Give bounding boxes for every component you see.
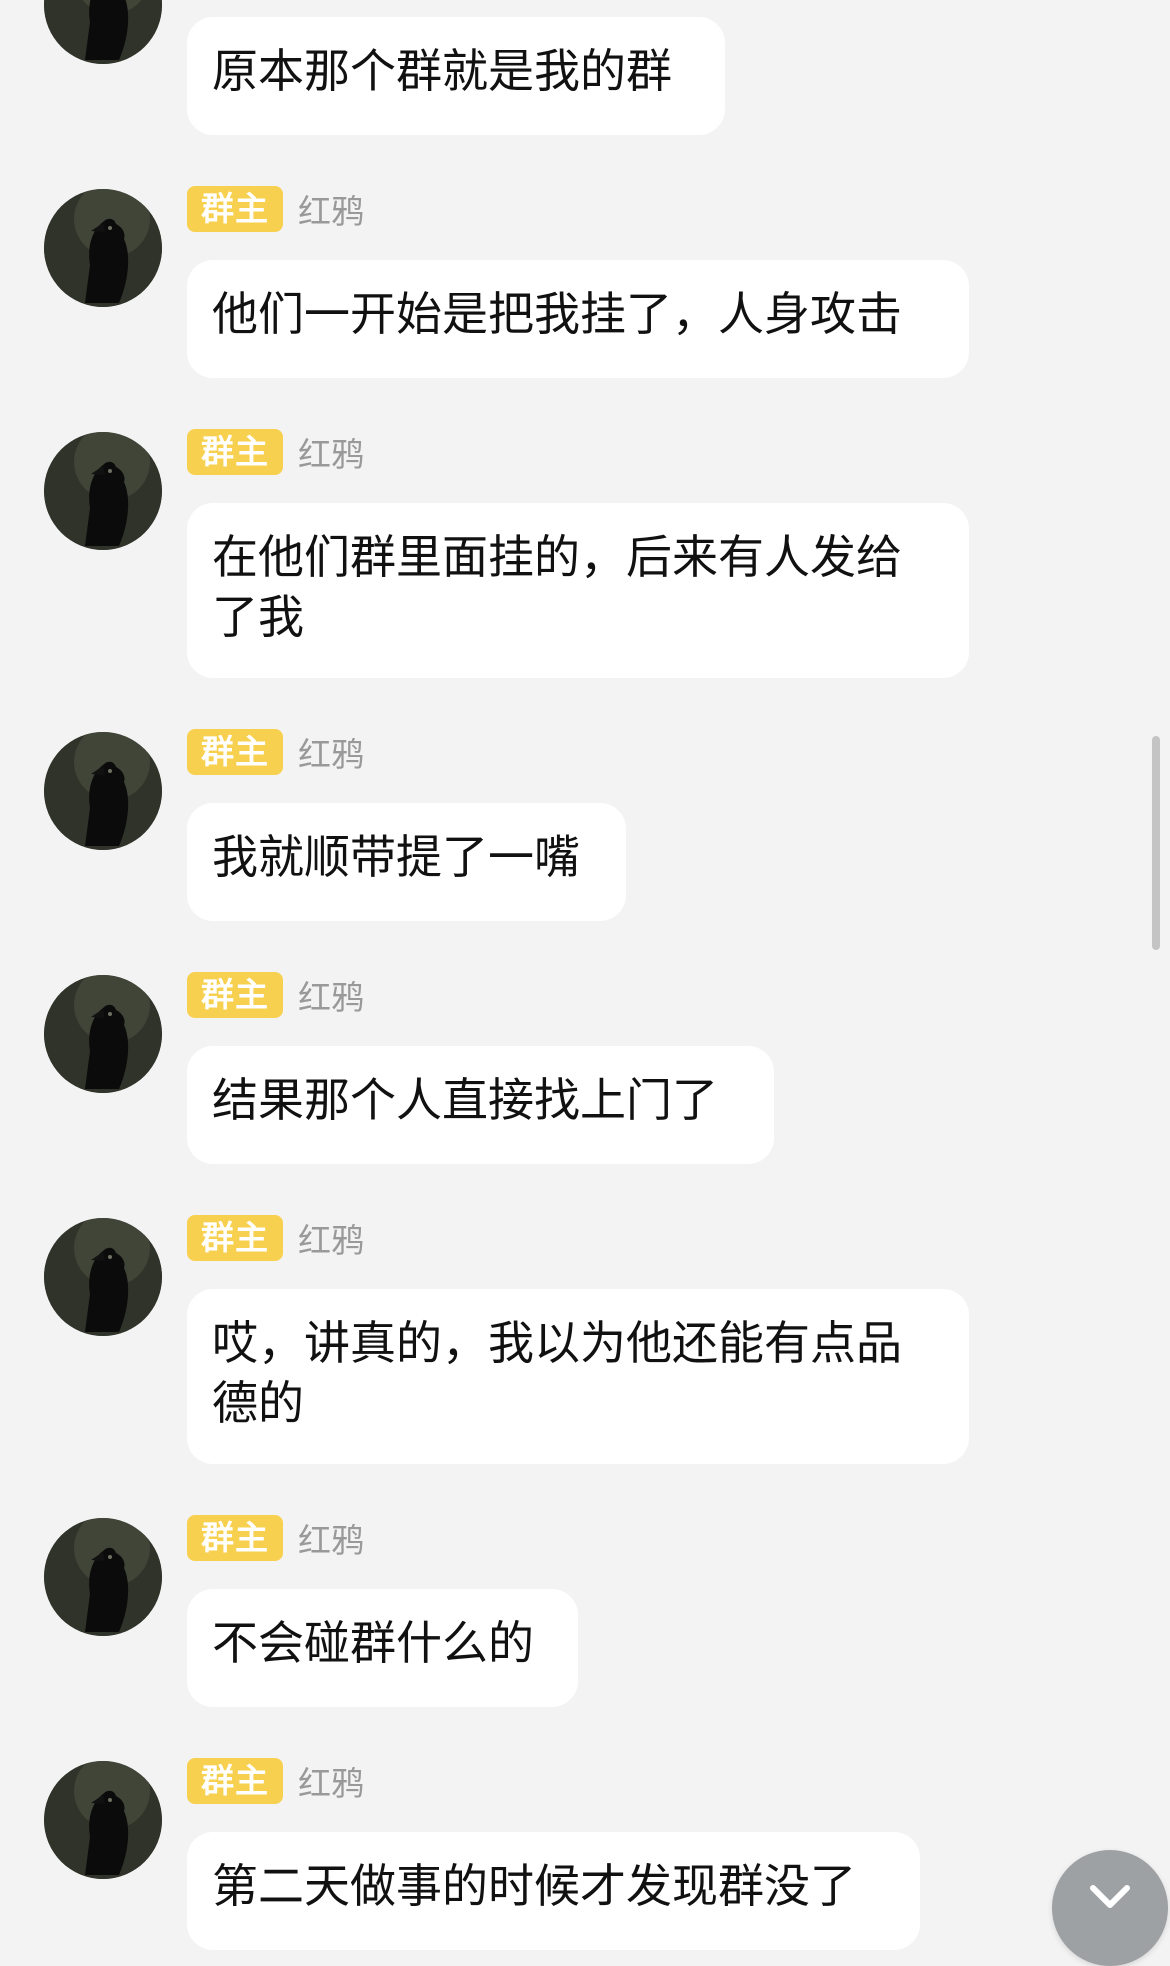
- sender-name[interactable]: 红鸦: [298, 428, 364, 476]
- avatar[interactable]: [44, 432, 162, 550]
- message-bubble[interactable]: 他们一开始是把我挂了，人身攻击: [187, 260, 969, 378]
- message-text: 不会碰群什么的: [212, 1616, 534, 1670]
- crow-icon: [44, 1218, 162, 1336]
- message-bubble[interactable]: 第二天做事的时候才发现群没了: [187, 1832, 920, 1950]
- owner-badge: 群主: [187, 1758, 283, 1804]
- message-text: 第二天做事的时候才发现群没了: [212, 1859, 856, 1913]
- chat-message-list: 原本那个群就是我的群 群主 红鸦 他们一开始是把我挂了，人身攻击 群主 红鸦 在…: [0, 0, 1170, 1966]
- avatar[interactable]: [44, 975, 162, 1093]
- sender-name[interactable]: 红鸦: [298, 971, 364, 1019]
- sender-name[interactable]: 红鸦: [298, 728, 364, 776]
- avatar[interactable]: [44, 0, 162, 64]
- avatar[interactable]: [44, 1518, 162, 1636]
- crow-icon: [44, 432, 162, 550]
- owner-badge: 群主: [187, 729, 283, 775]
- avatar[interactable]: [44, 1218, 162, 1336]
- message-text: 原本那个群就是我的群: [212, 44, 672, 98]
- avatar[interactable]: [44, 189, 162, 307]
- message-text: 结果那个人直接找上门了: [212, 1073, 718, 1127]
- scrollbar[interactable]: [1152, 736, 1160, 950]
- message-header: 群主 红鸦: [187, 971, 364, 1019]
- sender-name[interactable]: 红鸦: [298, 185, 364, 233]
- message-header: 群主 红鸦: [187, 1514, 364, 1562]
- crow-icon: [44, 0, 162, 64]
- message-text: 在他们群里面挂的，后来有人发给了我: [212, 530, 902, 644]
- owner-badge: 群主: [187, 1215, 283, 1261]
- scroll-to-bottom-button[interactable]: [1052, 1850, 1168, 1966]
- message-bubble[interactable]: 不会碰群什么的: [187, 1589, 578, 1707]
- avatar[interactable]: [44, 1761, 162, 1879]
- avatar[interactable]: [44, 732, 162, 850]
- crow-icon: [44, 975, 162, 1093]
- message-text: 哎，讲真的，我以为他还能有点品德的: [212, 1316, 902, 1430]
- message-header: 群主 红鸦: [187, 185, 364, 233]
- message-bubble[interactable]: 在他们群里面挂的，后来有人发给了我: [187, 503, 969, 678]
- message-header: 群主 红鸦: [187, 1757, 364, 1805]
- crow-icon: [44, 1518, 162, 1636]
- owner-badge: 群主: [187, 186, 283, 232]
- message-text: 他们一开始是把我挂了，人身攻击: [212, 287, 902, 341]
- message-header: 群主 红鸦: [187, 1214, 364, 1262]
- chevron-down-icon: [1090, 1885, 1130, 1908]
- message-header: 群主 红鸦: [187, 428, 364, 476]
- crow-icon: [44, 189, 162, 307]
- owner-badge: 群主: [187, 429, 283, 475]
- owner-badge: 群主: [187, 1515, 283, 1561]
- crow-icon: [44, 1761, 162, 1879]
- sender-name[interactable]: 红鸦: [298, 1757, 364, 1805]
- crow-icon: [44, 732, 162, 850]
- message-bubble[interactable]: 哎，讲真的，我以为他还能有点品德的: [187, 1289, 969, 1464]
- message-header: 群主 红鸦: [187, 728, 364, 776]
- message-bubble[interactable]: 结果那个人直接找上门了: [187, 1046, 774, 1164]
- message-bubble[interactable]: 我就顺带提了一嘴: [187, 803, 626, 921]
- sender-name[interactable]: 红鸦: [298, 1514, 364, 1562]
- message-bubble[interactable]: 原本那个群就是我的群: [187, 17, 725, 135]
- sender-name[interactable]: 红鸦: [298, 1214, 364, 1262]
- message-text: 我就顺带提了一嘴: [212, 830, 580, 884]
- owner-badge: 群主: [187, 972, 283, 1018]
